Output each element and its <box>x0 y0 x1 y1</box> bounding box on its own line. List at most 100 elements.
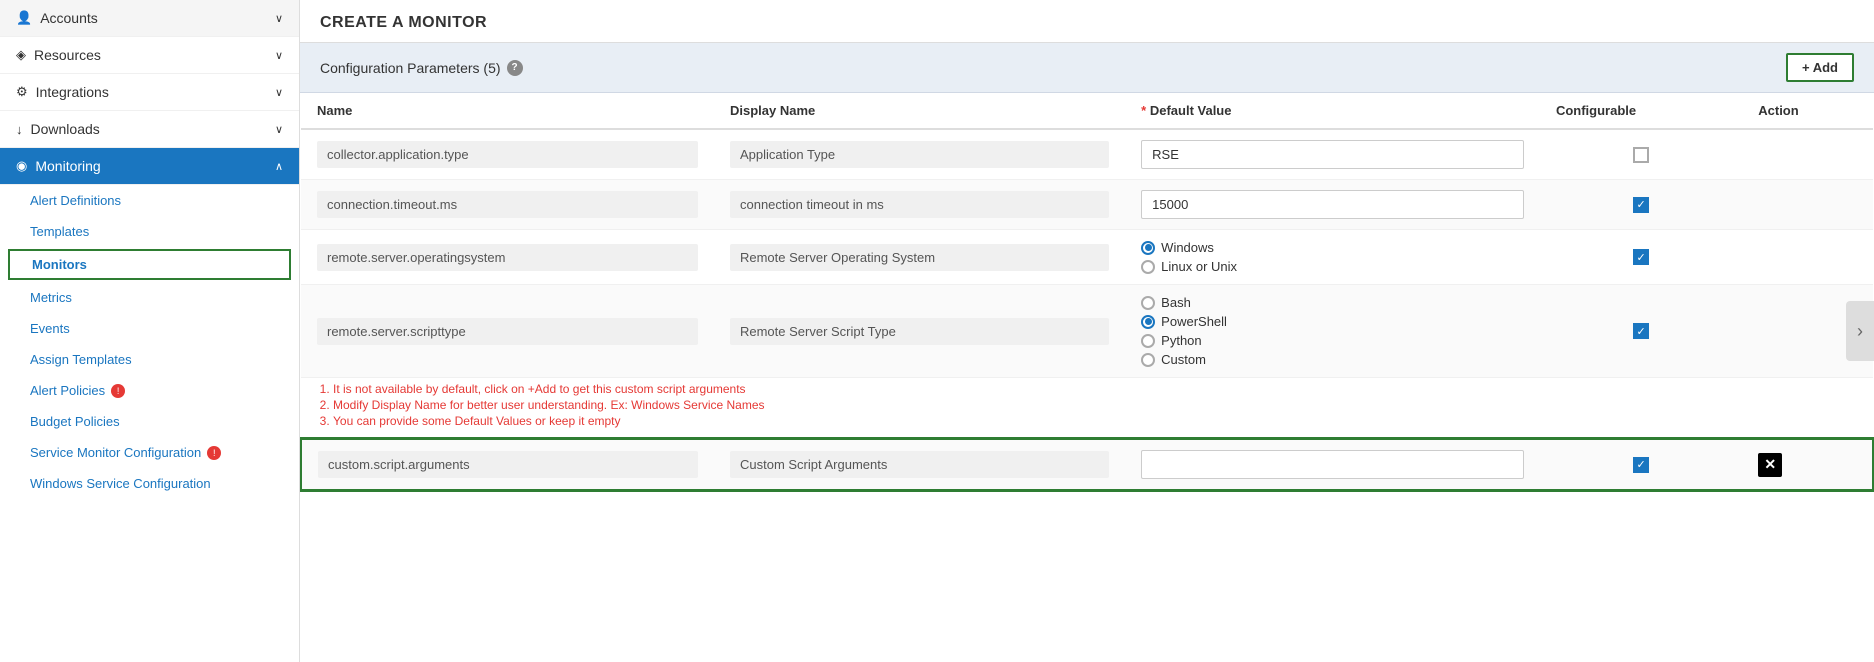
param-name-input[interactable] <box>318 451 698 478</box>
monitoring-icon: ◉ <box>16 158 27 174</box>
radio-outer <box>1141 296 1155 310</box>
checkbox-checked[interactable]: ✓ <box>1633 323 1649 339</box>
param-default-value-cell: Bash PowerShell Python Custom <box>1125 285 1540 378</box>
param-display-name-cell <box>714 129 1125 180</box>
help-icon[interactable]: ? <box>507 60 523 76</box>
sidebar-sub-assign-templates[interactable]: Assign Templates <box>0 344 299 375</box>
col-display-name: Display Name <box>714 93 1125 129</box>
table-row: ✓✕ <box>301 439 1873 490</box>
resources-icon: ◈ <box>16 47 26 63</box>
param-name-cell <box>301 129 714 180</box>
sidebar-item-accounts-label: Accounts <box>40 10 275 26</box>
checkbox-checked[interactable]: ✓ <box>1633 249 1649 265</box>
param-display-name-input[interactable] <box>730 191 1109 218</box>
note-item: It is not available by default, click on… <box>333 382 1857 396</box>
table-row <box>301 129 1873 180</box>
sidebar-sub-alert-definitions[interactable]: Alert Definitions <box>0 185 299 216</box>
radio-item[interactable]: Custom <box>1141 352 1524 367</box>
param-configurable-cell: ✓ <box>1540 285 1742 378</box>
service-monitor-configuration-label: Service Monitor Configuration <box>30 445 201 460</box>
param-name-cell <box>301 230 714 285</box>
param-default-value-cell <box>1125 129 1540 180</box>
radio-item[interactable]: Python <box>1141 333 1524 348</box>
params-table: Name Display Name * ConfigurableDefault … <box>300 93 1874 491</box>
radio-outer <box>1141 260 1155 274</box>
radio-inner <box>1145 318 1152 325</box>
checkbox-container[interactable]: ✓ <box>1556 249 1726 265</box>
sidebar-sub-monitors[interactable]: Monitors <box>8 249 291 280</box>
sidebar-sub-alert-policies[interactable]: Alert Policies ! <box>0 375 299 406</box>
sidebar-sub-service-monitor-configuration[interactable]: Service Monitor Configuration ! <box>0 437 299 468</box>
config-params-title: Configuration Parameters (5) ? <box>320 60 523 76</box>
checkbox-container[interactable]: ✓ <box>1556 457 1726 473</box>
sidebar-item-resources[interactable]: ◈ Resources ∨ <box>0 37 299 74</box>
delete-button[interactable]: ✕ <box>1758 453 1782 477</box>
radio-label: Custom <box>1161 352 1206 367</box>
param-display-name-cell <box>714 180 1125 230</box>
sidebar-item-accounts[interactable]: 👤 Accounts ∨ <box>0 0 299 37</box>
checkbox-container[interactable]: ✓ <box>1556 197 1726 213</box>
radio-item[interactable]: Linux or Unix <box>1141 259 1524 274</box>
param-default-value-cell <box>1125 439 1540 490</box>
sidebar-item-resources-label: Resources <box>34 47 275 63</box>
param-name-input[interactable] <box>317 141 698 168</box>
checkbox-checked[interactable]: ✓ <box>1633 197 1649 213</box>
col-default-value: * ConfigurableDefault Value <box>1125 93 1540 129</box>
param-default-value-input[interactable] <box>1141 190 1524 219</box>
radio-item[interactable]: PowerShell <box>1141 314 1524 329</box>
param-name-input[interactable] <box>317 318 698 345</box>
monitors-label: Monitors <box>32 257 87 272</box>
alert-definitions-label: Alert Definitions <box>30 193 121 208</box>
events-label: Events <box>30 321 70 336</box>
checkbox-container[interactable]: ✓ <box>1556 323 1726 339</box>
sidebar-item-downloads[interactable]: ↓ Downloads ∨ <box>0 111 299 148</box>
col-configurable: Configurable <box>1540 93 1742 129</box>
sidebar: 👤 Accounts ∨ ◈ Resources ∨ ⚙ Integration… <box>0 0 300 662</box>
param-display-name-input[interactable] <box>730 244 1109 271</box>
checkbox-unchecked[interactable] <box>1633 147 1649 163</box>
sidebar-sub-templates[interactable]: Templates <box>0 216 299 247</box>
param-configurable-cell: ✓ <box>1540 439 1742 490</box>
config-params-title-text: Configuration Parameters (5) <box>320 60 501 76</box>
param-name-cell <box>301 285 714 378</box>
right-arrow[interactable]: › <box>1846 301 1874 361</box>
param-name-input[interactable] <box>317 244 698 271</box>
notes-row: It is not available by default, click on… <box>301 378 1873 440</box>
checkbox-checked[interactable]: ✓ <box>1633 457 1649 473</box>
resources-chevron: ∨ <box>275 49 283 62</box>
param-default-value-input[interactable] <box>1141 140 1524 169</box>
sidebar-nav: 👤 Accounts ∨ ◈ Resources ∨ ⚙ Integration… <box>0 0 300 662</box>
col-name: Name <box>301 93 714 129</box>
param-name-input[interactable] <box>317 191 698 218</box>
radio-label: Bash <box>1161 295 1191 310</box>
sidebar-sub-budget-policies[interactable]: Budget Policies <box>0 406 299 437</box>
param-display-name-input[interactable] <box>730 451 1109 478</box>
radio-label: PowerShell <box>1161 314 1227 329</box>
table-row: ✓ <box>301 180 1873 230</box>
radio-group: Windows Linux or Unix <box>1141 240 1524 274</box>
sidebar-item-integrations[interactable]: ⚙ Integrations ∨ <box>0 74 299 111</box>
radio-outer <box>1141 241 1155 255</box>
radio-item[interactable]: Windows <box>1141 240 1524 255</box>
sidebar-sub-metrics[interactable]: Metrics <box>0 282 299 313</box>
add-button[interactable]: + Add <box>1786 53 1854 82</box>
col-action: Action <box>1742 93 1873 129</box>
monitoring-chevron: ∧ <box>275 160 283 173</box>
radio-label: Linux or Unix <box>1161 259 1237 274</box>
radio-outer <box>1141 315 1155 329</box>
param-action-cell <box>1742 180 1873 230</box>
param-action-cell <box>1742 230 1873 285</box>
accounts-chevron: ∨ <box>275 12 283 25</box>
sidebar-sub-windows-service-configuration[interactable]: Windows Service Configuration <box>0 468 299 499</box>
param-display-name-input[interactable] <box>730 141 1109 168</box>
param-display-name-input[interactable] <box>730 318 1109 345</box>
radio-item[interactable]: Bash <box>1141 295 1524 310</box>
param-default-value-input[interactable] <box>1141 450 1524 479</box>
sidebar-sub-events[interactable]: Events <box>0 313 299 344</box>
sidebar-item-downloads-label: Downloads <box>31 121 275 137</box>
page-header: CREATE A MONITOR <box>300 0 1874 43</box>
radio-outer <box>1141 353 1155 367</box>
sidebar-item-monitoring-label: Monitoring <box>35 158 275 174</box>
sidebar-item-monitoring[interactable]: ◉ Monitoring ∧ <box>0 148 299 185</box>
checkbox-container[interactable] <box>1556 147 1726 163</box>
